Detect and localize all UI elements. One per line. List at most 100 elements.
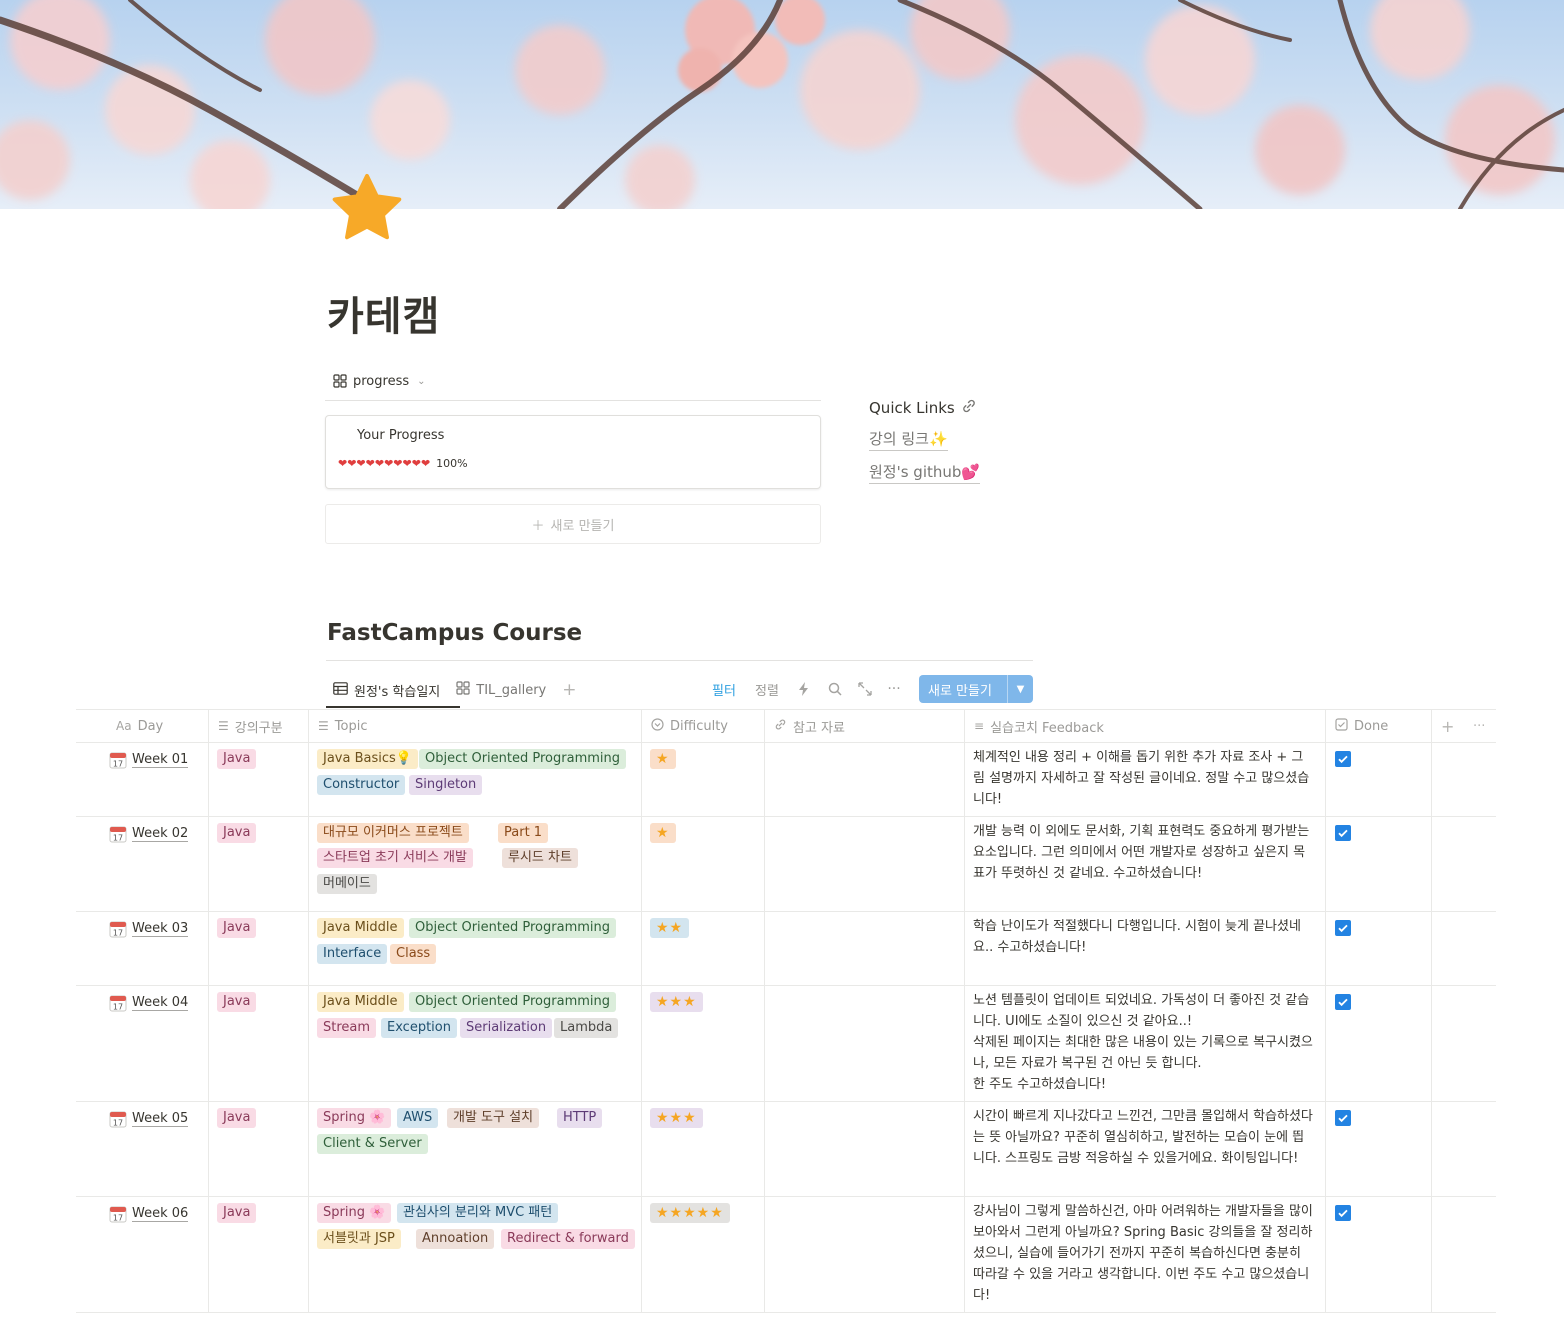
done-checkbox[interactable] [1335,751,1351,767]
add-column-icon[interactable]: + [1441,709,1454,743]
topic-tag: Interface [317,944,388,964]
svg-text:17: 17 [113,1003,123,1012]
column-header-references[interactable]: 참고 자료 [774,709,845,743]
svg-text:17: 17 [113,1119,123,1128]
calendar-icon: 17 [109,1110,127,1128]
column-header-topic[interactable]: ☰ Topic [318,709,367,743]
column-label: Day [137,718,164,734]
topic-tag: Java Basics💡 [317,749,418,769]
topic-tag: Object Oriented Programming [419,749,626,769]
select-icon [651,718,664,734]
column-header-feedback[interactable]: ≡ 실습코치 Feedback [974,709,1104,743]
calendar-icon: 17 [109,920,127,938]
feedback-text: 노션 템플릿이 업데이트 되었네요. 가독성이 더 좋아진 것 같습니다. UI… [973,990,1313,1095]
topic-tag: 스타트업 초기 서비스 개발 [317,848,473,868]
divider [964,709,965,1313]
star-icon[interactable] [328,170,406,248]
calendar-icon: 17 [109,994,127,1012]
divider [1325,709,1326,1313]
topic-tag: Lambda [554,1018,619,1038]
view-name: progress [353,373,410,389]
database-title[interactable]: FastCampus Course [327,620,582,646]
topic-tag: Exception [381,1018,457,1038]
topic-tag: Java Middle [317,992,404,1012]
done-checkbox[interactable] [1335,994,1351,1010]
title-property-icon: Aa [116,719,132,733]
day-label: Week 03 [132,921,189,937]
more-options-icon[interactable]: ··· [886,681,902,697]
new-button[interactable]: 새로 만들기 ▼ [919,675,1033,703]
svg-text:17: 17 [113,929,123,938]
divider [76,1101,1496,1102]
filter-button[interactable]: 필터 [712,675,736,703]
topic-tag: Client & Server [317,1134,428,1154]
topic-tag: Redirect & forward [501,1229,635,1249]
quick-link-github[interactable]: 원정's github💕 [869,461,981,484]
done-checkbox[interactable] [1335,920,1351,936]
search-icon[interactable] [827,681,843,697]
done-checkbox[interactable] [1335,1205,1351,1221]
difficulty-tag: ★★ [650,918,690,938]
feedback-text: 시간이 빠르게 지나갔다고 느낀건, 그만큼 몰입해서 학습하셨다는 뜻 아닐까… [973,1109,1313,1166]
difficulty-tag: ★★★ [650,1108,703,1128]
feedback-line: 노션 템플릿이 업데이트 되었네요. 가독성이 더 좋아진 것 같습니다. UI… [973,993,1310,1029]
view-switcher-progress[interactable]: progress ⌄ [333,370,426,392]
page-title[interactable]: 카테캠 [327,284,440,342]
day-cell[interactable]: 17 Week 04 [109,994,189,1012]
sort-button[interactable]: 정렬 [755,675,779,703]
topic-tag: Java Middle [317,918,404,938]
done-checkbox[interactable] [1335,825,1351,841]
column-header-difficulty[interactable]: Difficulty [651,709,728,743]
column-header-done[interactable]: Done [1335,709,1388,743]
calendar-icon: 17 [109,825,127,843]
feedback-text: 강사님이 그렇게 말씀하신건, 아마 어려워하는 개발자들을 많이 보아와서 그… [973,1204,1313,1303]
tab-study-log[interactable]: 원정's 학습일지 [333,681,440,700]
feedback-line: 한 주도 수고하셨습니다! [973,1077,1107,1092]
tab-til-gallery[interactable]: TIL_gallery [456,681,546,699]
day-cell[interactable]: 17 Week 02 [109,825,189,843]
done-checkbox[interactable] [1335,1110,1351,1126]
difficulty-tag: ★ [650,749,676,769]
topic-tag: 루시드 차트 [502,848,578,868]
topic-tag: Stream [317,1018,377,1038]
quick-links-title: Quick Links [869,398,977,418]
feedback-line: 삭제된 페이지는 최대한 많은 내용이 있는 기록으로 복구시켰으나, 모든 자… [973,1035,1313,1071]
divider [641,709,642,1313]
column-header-category[interactable]: ☰ 강의구분 [218,709,283,743]
more-options-icon[interactable]: ··· [1473,709,1485,743]
day-cell[interactable]: 17 Week 05 [109,1110,189,1128]
expand-icon[interactable] [857,681,873,697]
quick-link-lecture[interactable]: 강의 링크✨ [869,428,948,451]
new-item-button[interactable]: ＋ 새로 만들기 [325,504,821,544]
feedback-text: 학습 난이도가 적절했다니 다행입니다. 시험이 늦게 끝나셨네요.. 수고하셨… [973,919,1301,955]
day-cell[interactable]: 17 Week 06 [109,1205,189,1223]
day-cell[interactable]: 17 Week 01 [109,751,189,769]
topic-tag: HTTP [557,1108,603,1128]
tab-label: 원정's 학습일지 [354,684,441,700]
topic-tag: Class [390,944,437,964]
column-label: 실습코치 Feedback [990,720,1104,736]
topic-tag: Singleton [409,775,483,795]
svg-text:17: 17 [113,834,123,843]
category-tag: Java [217,749,257,769]
chevron-down-icon[interactable]: ▼ [1008,684,1033,695]
text-property-icon: ≡ [974,719,985,733]
category-tag: Java [217,918,257,938]
topic-tag: Constructor [317,775,406,795]
feedback-text: 체계적인 내용 정리 + 이해를 돕기 위한 추가 자료 조사 + 그림 설명까… [973,750,1310,807]
day-cell[interactable]: 17 Week 03 [109,920,189,938]
column-header-day[interactable]: Aa Day [116,709,163,743]
add-view-icon[interactable]: + [562,680,576,700]
progress-card[interactable]: Your Progress ❤❤❤❤❤❤❤❤❤❤ 100% [325,415,821,489]
svg-text:17: 17 [113,1214,123,1223]
day-label: Week 05 [132,1111,189,1127]
new-button-label: 새로 만들기 [928,683,992,699]
divider [76,816,1496,817]
topic-tag: 관심사의 분리와 MVC 패턴 [397,1203,559,1223]
automation-icon[interactable] [796,681,812,697]
difficulty-tag: ★★★★★ [650,1203,730,1223]
quick-links-label: Quick Links [869,399,955,417]
progress-bar: ❤❤❤❤❤❤❤❤❤❤ 100% [338,457,468,470]
active-tab-indicator [326,706,460,708]
day-label: Week 04 [132,995,189,1011]
